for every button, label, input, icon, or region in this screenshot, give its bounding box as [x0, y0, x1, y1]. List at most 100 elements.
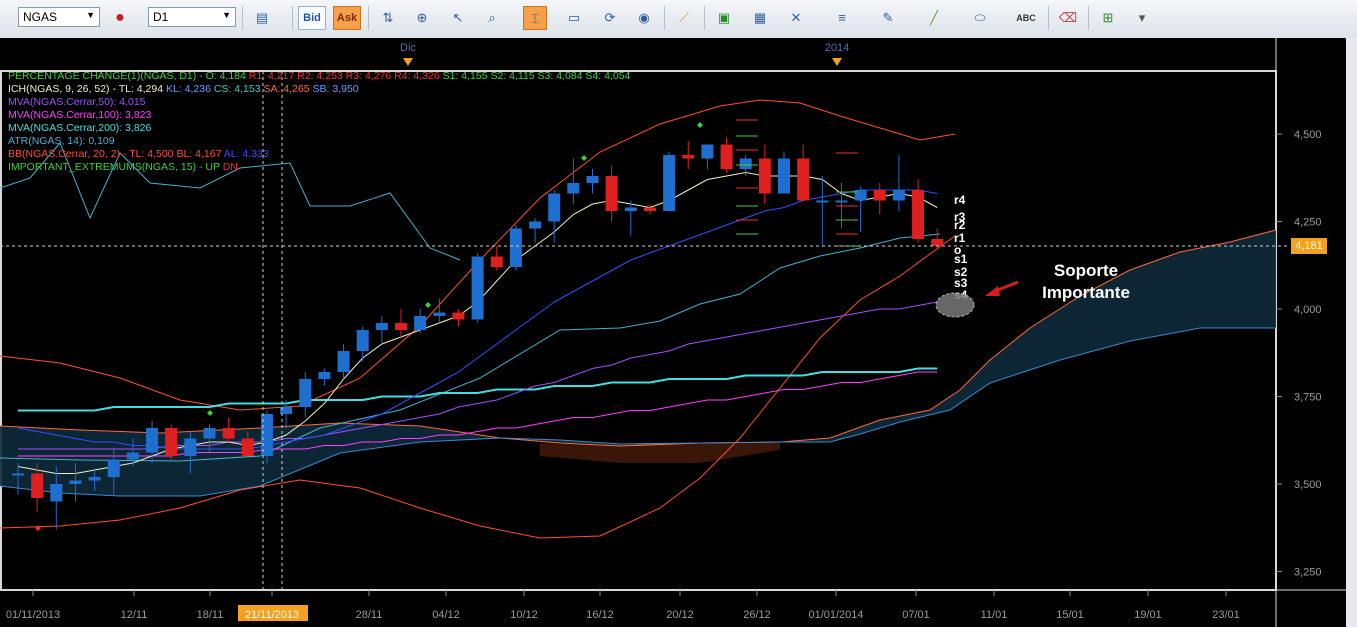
settings-icon[interactable]: ▾: [1130, 6, 1154, 30]
x-tick-label: 07/01: [902, 609, 930, 621]
legend-text: TL: 4,500: [129, 148, 177, 160]
candle-body: [69, 480, 82, 484]
x-tick-label: 04/12: [432, 609, 460, 621]
top-axis-label: 2014: [825, 42, 849, 54]
x-tick-label: 26/12: [743, 609, 771, 621]
candle-body: [12, 473, 24, 476]
x-tick-label: 28/11: [356, 609, 383, 621]
ask-button[interactable]: Ask: [333, 6, 361, 30]
symbol-select[interactable]: NGAS ▼: [18, 7, 100, 27]
legend-row: MVA(NGAS.Cerrar,100): 3,823: [8, 109, 151, 122]
candle-body: [146, 428, 159, 453]
y-tick-label: 4,000: [1294, 304, 1322, 316]
x-tick-label: 20/12: [666, 609, 694, 621]
order-icon[interactable]: ●: [108, 6, 132, 30]
refresh-icon[interactable]: ⟳: [598, 6, 622, 30]
candle-body: [892, 190, 905, 201]
candle-body: [203, 428, 216, 439]
legend-text: ATR(NGAS, 14): 0,109: [8, 135, 115, 147]
image-icon[interactable]: ▣: [712, 6, 736, 30]
current-price-tag: 4,181: [1291, 238, 1327, 254]
legend-row: MVA(NGAS.Cerrar,200): 3,826: [8, 122, 151, 135]
chart[interactable]: 4,500 4,250 4,000 3,750 3,500 3,250 01/11/2013…: [0, 38, 1346, 627]
network-icon[interactable]: ⊞: [1096, 6, 1120, 30]
candle-body: [241, 438, 254, 456]
candle-body: [931, 239, 944, 246]
legend-text: MVA(NGAS.Cerrar,200): 3,826: [8, 122, 152, 134]
candle-body: [643, 207, 656, 211]
chart-type-icon[interactable]: ▤: [250, 6, 274, 30]
x-tick-label: 10/12: [510, 609, 538, 621]
bid-button[interactable]: Bid: [298, 6, 326, 30]
legend-text: TL: 4,294: [118, 83, 166, 95]
candle-body: [835, 200, 848, 203]
separator: [292, 6, 293, 30]
separator: [1088, 6, 1089, 30]
ruler-icon[interactable]: ⟋: [672, 6, 696, 30]
y-tick-label: 3,500: [1294, 479, 1322, 491]
candle-body: [356, 330, 369, 351]
lines-icon[interactable]: ≡: [830, 6, 854, 30]
timeframe-select[interactable]: D1 ▼: [148, 7, 236, 27]
candle-body: [816, 200, 829, 203]
save-icon[interactable]: ▦: [748, 6, 772, 30]
candle-body: [126, 452, 139, 460]
candle-body: [663, 155, 676, 211]
pivot-label: s1: [954, 252, 968, 266]
candle-body: [433, 312, 446, 316]
candle-body: [586, 176, 599, 183]
legend-row: MVA(NGAS.Cerrar,50): 4,015: [8, 96, 146, 109]
candle-body: [490, 256, 503, 267]
legend-text: KL: 4,236: [165, 83, 214, 95]
candle-body: [299, 379, 312, 407]
buy-sell-icon[interactable]: ⇅: [376, 6, 400, 30]
legend-text: IMPORTANT_EXTREMUMS(NGAS, 15) -: [8, 161, 206, 173]
candle-body: [509, 228, 522, 267]
legend-text: PERCENTAGE CHANGE(1)(NGAS, D1) - O: 4,18…: [8, 70, 249, 82]
scrollbar[interactable]: [1346, 38, 1357, 627]
candle-body: [165, 428, 178, 456]
tools-icon[interactable]: ✕: [784, 6, 808, 30]
candle-body: [548, 193, 561, 222]
pivot-label: r4: [954, 193, 966, 207]
cursor-icon[interactable]: ↖: [446, 6, 470, 30]
ellipse-icon[interactable]: ⬭: [968, 6, 992, 30]
text-icon[interactable]: ABC: [1014, 6, 1038, 30]
trendline-icon[interactable]: ╱: [922, 6, 946, 30]
candle-body: [31, 473, 44, 498]
candle-body: [701, 144, 714, 159]
annotation-text: Soporte Importante: [1034, 260, 1138, 304]
candle-body: [107, 459, 120, 477]
legend-text: ICH(NGAS, 9, 26, 52) -: [8, 83, 119, 95]
screenshot-icon[interactable]: ▭: [562, 6, 586, 30]
legend-row: IMPORTANT_EXTREMUMS(NGAS, 15) - UP DN: [8, 161, 238, 174]
candle-body: [375, 323, 388, 330]
legend-row: BB(NGAS.Cerrar, 20, 2) - TL: 4,500 BL: 4…: [8, 148, 269, 161]
top-axis-label: Dic: [400, 42, 416, 54]
zoom-in-icon[interactable]: ⊕: [410, 6, 434, 30]
separator: [1048, 6, 1049, 30]
pen-icon[interactable]: ✎: [876, 6, 900, 30]
candle-body: [88, 477, 101, 481]
candle-body: [318, 372, 331, 379]
x-tick-label: 16/12: [586, 609, 614, 621]
candle-body: [797, 158, 810, 201]
globe-icon[interactable]: ◉: [632, 6, 656, 30]
legend-text: DN: [222, 161, 238, 173]
candle-body: [529, 221, 542, 229]
x-tick-label: 18/11: [197, 609, 224, 621]
separator: [664, 6, 665, 30]
crosshair-icon[interactable]: ⌶: [523, 6, 547, 30]
x-tick-label: 23/01: [1212, 609, 1240, 621]
x-tick-label: 01/01/2014: [808, 609, 863, 621]
legend-row: ICH(NGAS, 9, 26, 52) - TL: 4,294 KL: 4,2…: [8, 83, 359, 96]
pivot-label: r2: [954, 218, 966, 232]
legend-text: MVA(NGAS.Cerrar,100): 3,823: [8, 109, 152, 121]
magnify-icon[interactable]: ⌕: [480, 6, 504, 30]
legend-text: UP: [205, 161, 223, 173]
y-tick-label: 3,250: [1294, 567, 1322, 579]
annotation-line2: Importante: [1042, 283, 1130, 302]
y-tick-label: 3,750: [1294, 392, 1322, 404]
x-tick-label: 01/11/2013: [6, 609, 60, 621]
eraser-icon[interactable]: ⌫: [1056, 6, 1080, 30]
